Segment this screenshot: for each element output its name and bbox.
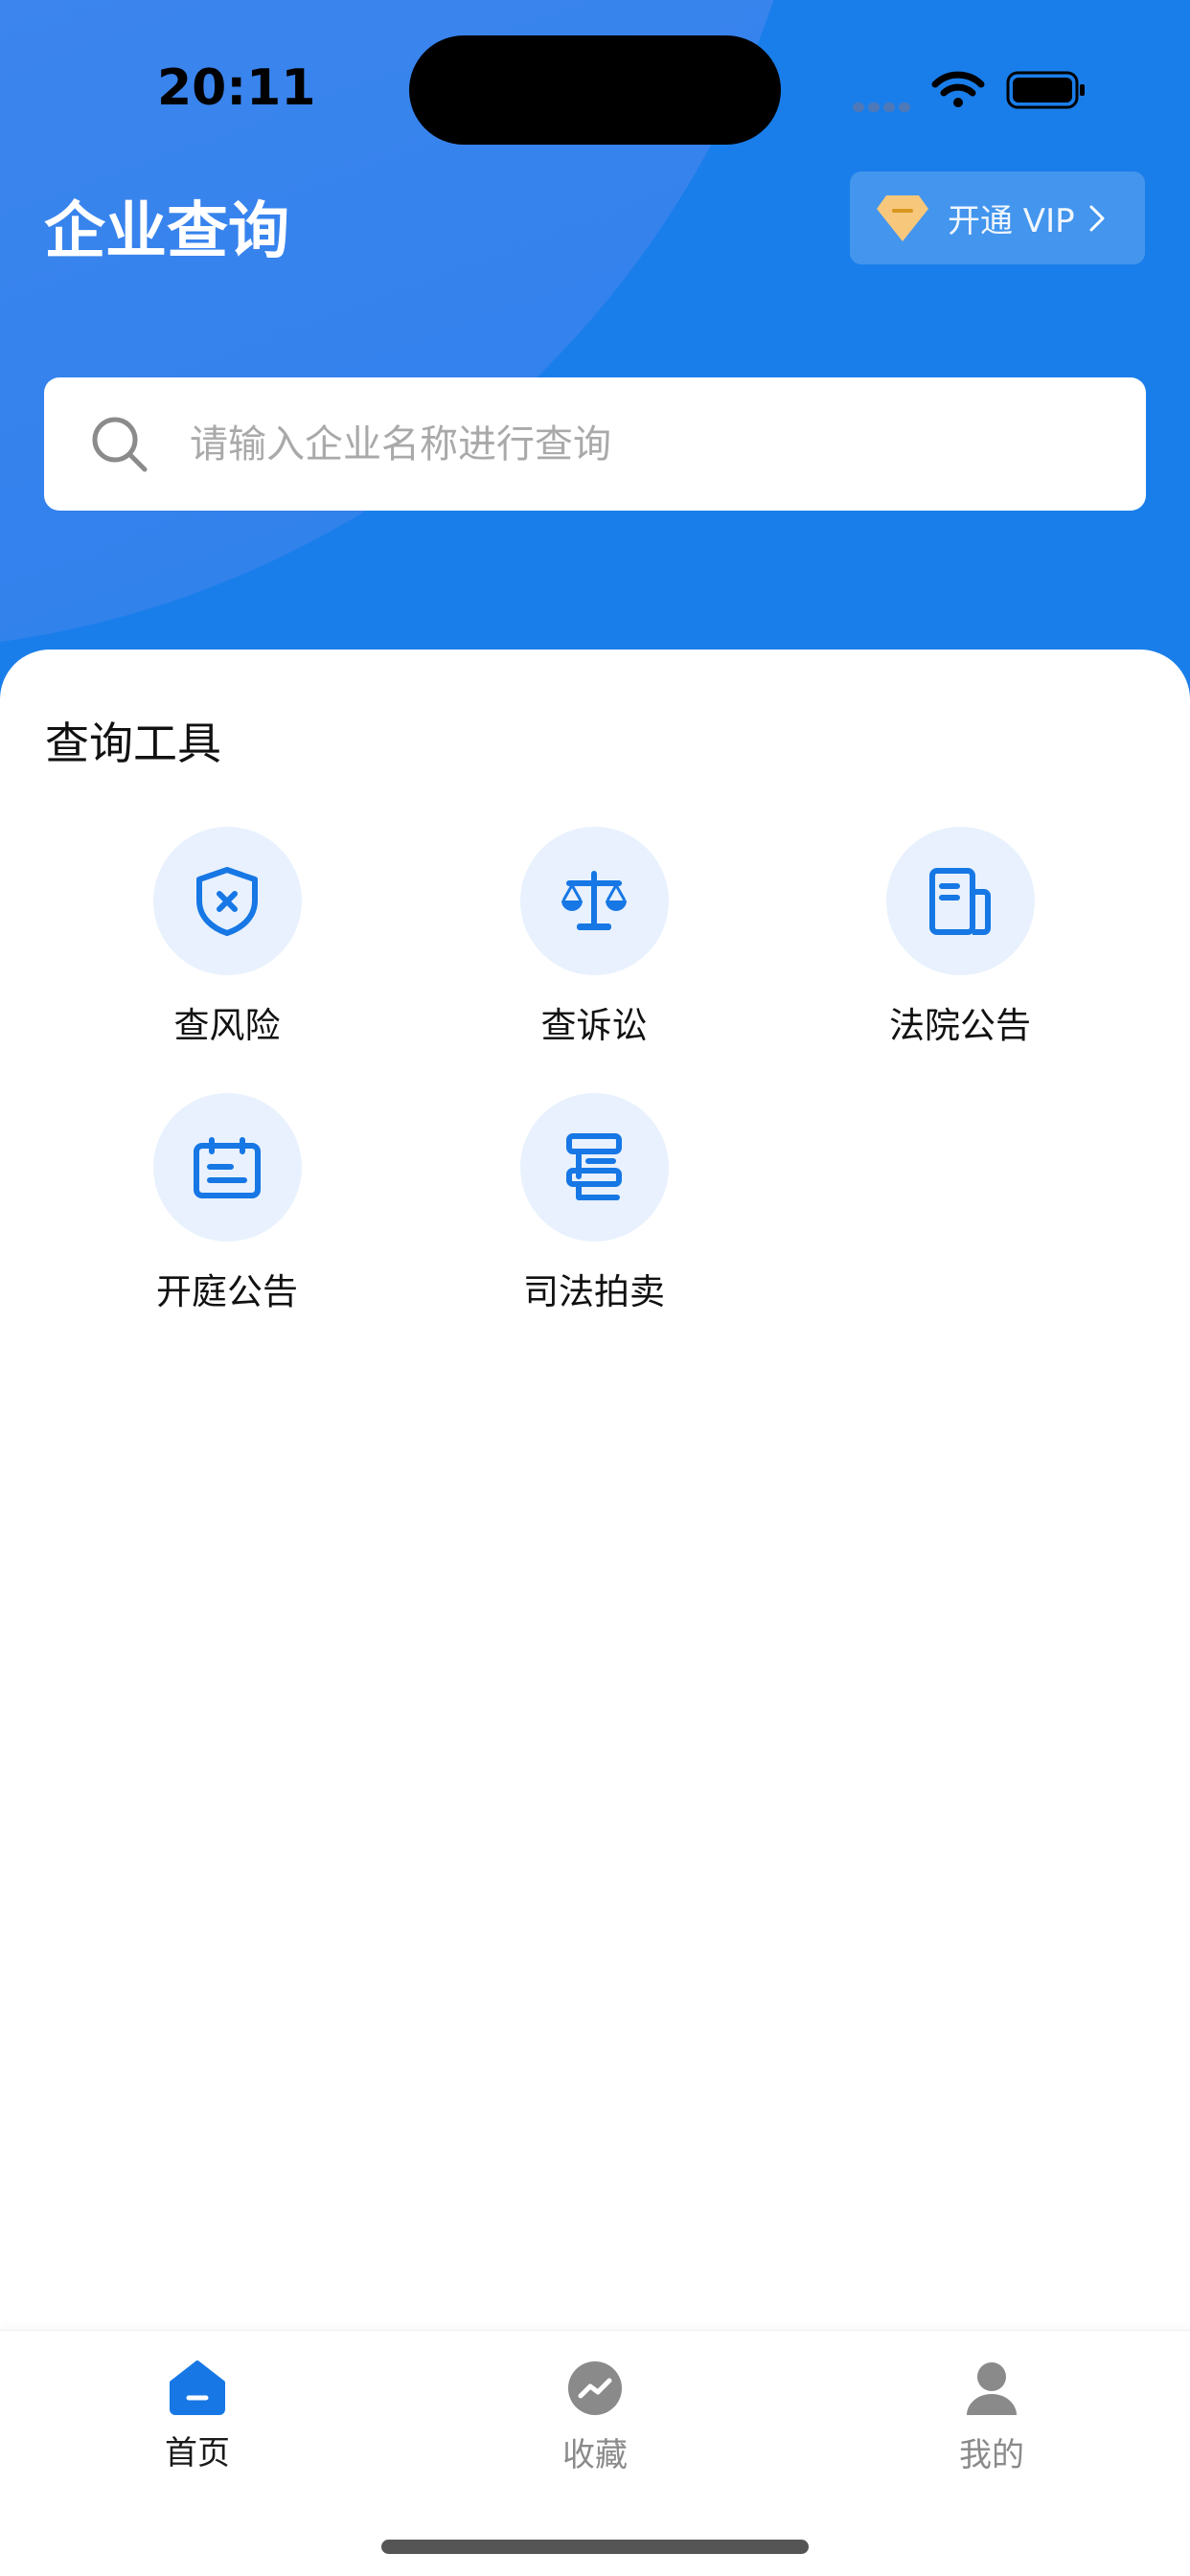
tool-icon-container xyxy=(885,827,1035,975)
home-indicator xyxy=(381,2540,809,2554)
cellular-signal-icon xyxy=(853,98,914,116)
shield-x-icon xyxy=(196,866,258,936)
trend-icon xyxy=(568,2361,622,2415)
vip-button[interactable]: 开通 VIP xyxy=(850,171,1145,264)
dynamic-island xyxy=(409,35,781,145)
tool-label: 司法拍卖 xyxy=(523,1271,665,1312)
tab-label: 我的 xyxy=(959,2436,1024,2474)
document-icon xyxy=(929,867,991,935)
wifi-icon xyxy=(931,71,985,107)
user-icon xyxy=(967,2362,1017,2415)
tool-label: 查风险 xyxy=(173,1005,281,1046)
tool-icon-container xyxy=(519,1093,669,1242)
status-time: 20:11 xyxy=(157,59,316,117)
tab-favorites[interactable]: 收藏 xyxy=(480,2359,710,2475)
tab-label: 首页 xyxy=(165,2434,230,2473)
tool-litigation[interactable]: 查诉讼 xyxy=(450,827,738,1048)
chevron-right-icon xyxy=(1089,205,1105,231)
tool-risk[interactable]: 查风险 xyxy=(83,827,371,1048)
tool-icon-container xyxy=(152,827,302,975)
search-bar[interactable] xyxy=(44,377,1146,511)
tool-judicial-auction[interactable]: 司法拍卖 xyxy=(450,1093,738,1314)
calendar-icon xyxy=(194,1136,261,1198)
home-icon xyxy=(170,2360,225,2415)
battery-icon xyxy=(1006,71,1085,109)
scale-icon xyxy=(561,870,627,930)
vip-label: 开通 VIP xyxy=(948,202,1075,240)
tool-label: 法院公告 xyxy=(889,1005,1031,1046)
tool-icon-container xyxy=(519,827,669,975)
diamond-icon xyxy=(877,194,928,241)
page-title: 企业查询 xyxy=(44,196,289,267)
tools-section-title: 查询工具 xyxy=(45,718,221,769)
tool-icon-container xyxy=(152,1093,302,1242)
tab-home[interactable]: 首页 xyxy=(82,2359,312,2473)
tab-label: 收藏 xyxy=(562,2436,628,2474)
search-icon xyxy=(92,417,148,471)
gavel-icon xyxy=(566,1132,622,1200)
tab-profile[interactable]: 我的 xyxy=(877,2359,1107,2475)
tool-hearing-announcement[interactable]: 开庭公告 xyxy=(83,1093,371,1314)
tool-label: 开庭公告 xyxy=(156,1271,298,1312)
tool-court-announcement[interactable]: 法院公告 xyxy=(816,827,1104,1048)
search-input[interactable] xyxy=(188,421,1054,467)
tool-label: 查诉讼 xyxy=(540,1005,648,1046)
